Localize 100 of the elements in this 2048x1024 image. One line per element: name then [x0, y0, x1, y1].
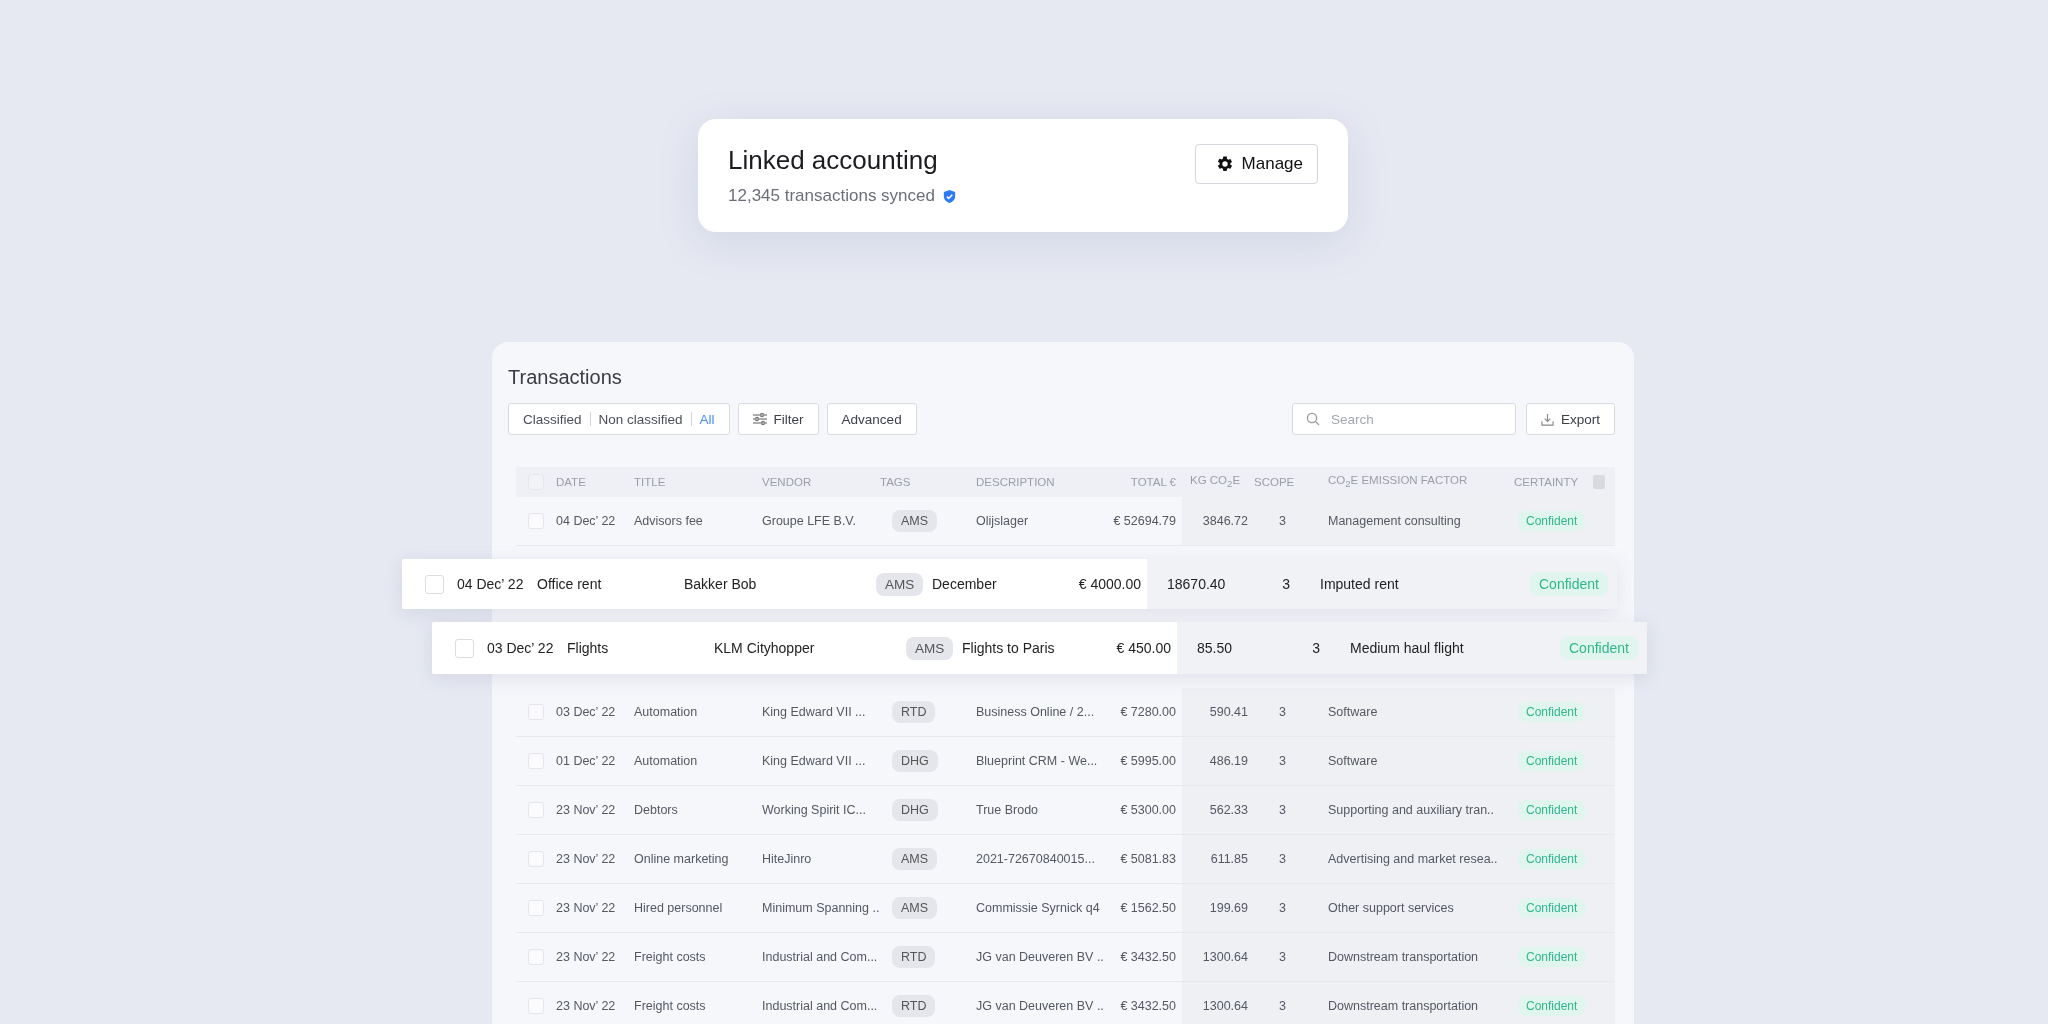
tag-badge: DHG: [892, 750, 938, 772]
co2e-cell: 562.33: [1182, 786, 1254, 834]
emission-factor-cell: Imputed rent: [1296, 559, 1500, 609]
emission-factor-cell: Medium haul flight: [1326, 622, 1530, 674]
search-icon: [1305, 412, 1320, 426]
co2e-cell: 199.69: [1182, 884, 1254, 932]
sync-status: 12,345 transactions synced: [728, 186, 935, 206]
certainty-badge: Confident: [1518, 800, 1586, 820]
scope-cell: 3: [1254, 688, 1292, 736]
segment-tab[interactable]: Classified: [515, 411, 590, 427]
title-cell-text: Freight costs: [634, 949, 707, 966]
title-cell-text: Office rent: [537, 575, 603, 594]
tag-badge: RTD: [892, 946, 936, 968]
card-title: Linked accounting: [728, 145, 939, 176]
tag-badge: RTD: [892, 995, 936, 1017]
panel-title: Transactions: [508, 366, 623, 389]
total-cell-text: € 7280.00: [1119, 704, 1177, 721]
emission-factor-cell: Downstream transportation: [1292, 982, 1514, 1024]
vendor-cell-text: Industrial and Com...: [762, 998, 879, 1015]
co2e-cell: 486.19: [1182, 737, 1254, 785]
scope-cell: 3: [1254, 786, 1292, 834]
scope-cell: 3: [1254, 737, 1292, 785]
total-cell-text: € 1562.50: [1119, 900, 1177, 917]
manage-button[interactable]: Manage: [1194, 144, 1318, 184]
total-cell-text: € 52694.79: [1112, 513, 1177, 530]
vendor-cell-text: King Edward VII ...: [762, 753, 867, 770]
title-cell-text: Online marketing: [634, 851, 730, 868]
description-cell-text: Blueprint CRM - We...: [976, 753, 1099, 770]
total-cell-text: € 5995.00: [1119, 753, 1177, 770]
title-cell-text: Hired personnel: [634, 900, 724, 917]
total-cell-text: € 5081.83: [1119, 851, 1177, 868]
description-cell-text: 2021-72670840015...: [976, 851, 1096, 868]
certainty-badge: Confident: [1518, 996, 1586, 1016]
filter-button[interactable]: Filter: [737, 403, 819, 435]
description-cell-text: JG van Deuveren BV ..: [976, 998, 1105, 1015]
certainty-badge: Confident: [1560, 636, 1638, 660]
title-cell-text: Advisors fee: [634, 513, 704, 530]
vendor-cell-text: Bakker Bob: [684, 575, 758, 594]
co2e-cell: 3846.72: [1182, 497, 1254, 545]
certainty-badge: Confident: [1518, 702, 1586, 722]
scope-cell: 3: [1254, 982, 1292, 1024]
scope-cell: 3: [1260, 622, 1326, 674]
emission-factor-cell: Management consulting: [1292, 497, 1514, 545]
co2e-cell: 590.41: [1182, 688, 1254, 736]
total-cell-text: € 5300.00: [1119, 802, 1177, 819]
column-header: KG CO$_{2}$E: [1189, 474, 1242, 490]
co2e-cell: 18670.40: [1147, 559, 1230, 609]
emission-factor-cell: Supporting and auxiliary tran..: [1292, 786, 1514, 834]
vendor-cell-text: King Edward VII ...: [762, 704, 867, 721]
settings-icon: [1215, 155, 1234, 173]
title-cell-text: Automation: [634, 704, 699, 721]
row-checkbox[interactable]: [425, 574, 444, 594]
certainty-badge: Confident: [1518, 898, 1586, 918]
description-cell-text: Business Online / 2...: [976, 704, 1096, 721]
column-header: VENDOR: [762, 476, 813, 488]
certainty-badge: Confident: [1518, 849, 1586, 869]
emission-factor-cell: Advertising and market resea..: [1292, 835, 1514, 883]
scope-cell: 3: [1254, 497, 1292, 545]
description-cell-text: Olijslager: [976, 513, 1030, 530]
description-cell-text: December: [932, 575, 998, 594]
title-cell-text: Freight costs: [634, 998, 707, 1015]
tag-badge: DHG: [892, 799, 938, 821]
date-cell-text: 23 Nov’ 22: [556, 900, 617, 917]
title-cell-text: Debtors: [634, 802, 679, 819]
total-cell-text: € 4000.00: [1080, 575, 1142, 594]
advanced-button[interactable]: Advanced: [826, 403, 917, 435]
sliders-icon: [752, 413, 767, 425]
total-cell-text: € 3432.50: [1119, 949, 1177, 966]
column-header: DESCRIPTION: [976, 476, 1056, 488]
date-cell-text: 23 Nov’ 22: [556, 998, 617, 1015]
emission-factor-cell: Software: [1292, 737, 1514, 785]
column-header: DATE: [556, 476, 587, 488]
export-button[interactable]: Export: [1525, 403, 1615, 435]
column-header: TAGS: [880, 476, 912, 488]
certainty-badge: Confident: [1518, 511, 1586, 531]
tag-badge: AMS: [892, 897, 938, 919]
co2e-cell: 611.85: [1182, 835, 1254, 883]
vendor-cell-text: Minimum Spanning ..: [762, 900, 880, 917]
co2e-cell: 1300.64: [1182, 933, 1254, 981]
column-header: CERTAINTY: [1514, 476, 1579, 488]
tag-badge: RTD: [892, 701, 936, 723]
title-cell-text: Automation: [634, 753, 699, 770]
certainty-badge: Confident: [1518, 947, 1586, 967]
segment-tab[interactable]: Non classified: [590, 411, 691, 427]
vendor-cell-text: Industrial and Com...: [762, 949, 879, 966]
scope-cell: 3: [1254, 933, 1292, 981]
vendor-cell-text: KLM Cityhopper: [714, 639, 816, 658]
search-field[interactable]: Search: [1291, 403, 1516, 435]
description-cell-text: Commissie Syrnick q4: [976, 900, 1101, 917]
date-cell-text: 01 Dec’ 22: [556, 753, 617, 770]
row-checkbox[interactable]: [455, 638, 474, 658]
date-cell-text: 04 Dec’ 22: [457, 575, 525, 594]
tag-badge: AMS: [906, 636, 954, 660]
description-cell-text: JG van Deuveren BV ..: [976, 949, 1105, 966]
co2e-cell: 1300.64: [1182, 982, 1254, 1024]
scope-cell: 3: [1254, 884, 1292, 932]
date-cell-text: 23 Nov’ 22: [556, 949, 617, 966]
tag-badge: AMS: [876, 572, 924, 596]
vendor-cell-text: Working Spirit IC...: [762, 802, 867, 819]
emission-factor-cell: Downstream transportation: [1292, 933, 1514, 981]
